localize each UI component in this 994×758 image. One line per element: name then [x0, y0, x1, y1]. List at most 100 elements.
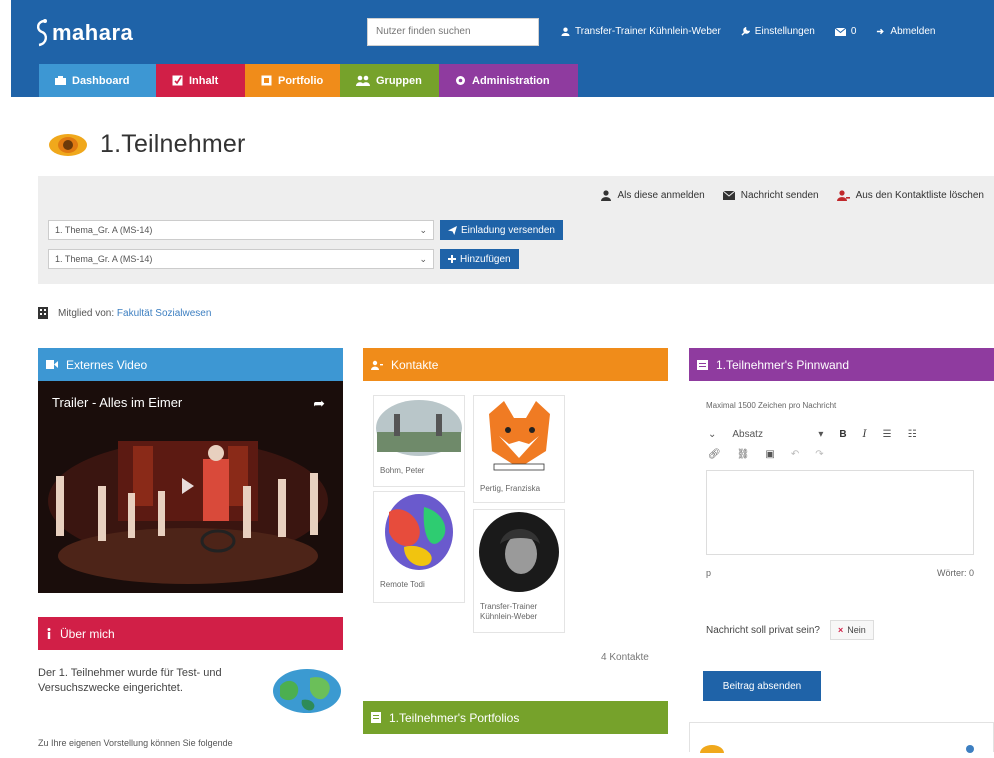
mahara-logo-icon	[37, 19, 47, 47]
page-title: 1.Teilnehmer	[48, 130, 246, 159]
unlink-icon[interactable]: ⛓︎	[737, 449, 750, 460]
wall-hint: Maximal 1500 Zeichen pro Nachricht	[706, 401, 837, 410]
send-invitation-button[interactable]: Einladung versenden	[440, 220, 563, 240]
mahara-logo[interactable]: mahara	[33, 18, 133, 48]
profile-action-bar: Als diese anmelden Nachricht senden Aus …	[38, 176, 994, 284]
private-question: Nachricht soll privat sein?	[706, 624, 820, 636]
video-player[interactable]: Trailer - Alles im Eimer ➦	[38, 381, 343, 593]
share-icon[interactable]: ➦	[313, 395, 325, 412]
submit-post-button[interactable]: Beitrag absenden	[703, 671, 821, 701]
format-select[interactable]: Absatz	[732, 429, 802, 440]
contacts-icon	[371, 360, 383, 370]
contact-avatar	[376, 400, 462, 456]
redo-icon[interactable]: ↷	[815, 449, 823, 460]
private-option: Nachricht soll privat sein? × Nein	[706, 620, 874, 640]
users-icon	[356, 75, 370, 86]
user-menu-profile[interactable]: Transfer-Trainer Kühnlein-Weber	[561, 26, 721, 37]
membership-info: Mitglied von: Fakultät Sozialwesen	[38, 307, 211, 319]
contact-card[interactable]: Pertig, Franziska	[473, 395, 565, 503]
link-icon[interactable]: 🔗︎	[708, 449, 721, 460]
folder-icon	[261, 75, 272, 86]
bullet-list-icon[interactable]: ☰	[883, 429, 892, 440]
block-title: Über mich	[60, 626, 115, 641]
editor-statusbar: p Wörter: 0	[706, 568, 974, 578]
contacts-count[interactable]: 4 Kontakte	[601, 652, 649, 663]
toggle-label: Nein	[847, 625, 866, 635]
document-icon	[371, 712, 381, 723]
contact-card[interactable]: Remote Todi	[373, 491, 465, 603]
user-menu-label: Transfer-Trainer Kühnlein-Weber	[575, 26, 721, 37]
undo-icon[interactable]: ↶	[791, 449, 799, 460]
italic-icon[interactable]: I	[863, 429, 867, 440]
contact-avatar	[479, 512, 559, 592]
gear-icon	[456, 76, 465, 85]
tab-label: Inhalt	[189, 74, 219, 87]
user-menu-settings[interactable]: Einstellungen	[741, 26, 815, 37]
private-toggle[interactable]: × Nein	[829, 620, 874, 640]
image-icon[interactable]: ▣	[765, 449, 774, 460]
avatar-eye-icon	[49, 133, 87, 156]
wall-icon	[697, 359, 708, 370]
user-icon	[561, 27, 570, 36]
tab-label: Portfolio	[278, 74, 324, 87]
contact-name: Remote Todi	[380, 580, 425, 589]
contact-card[interactable]: Transfer-Trainer Kühnlein-Weber	[473, 509, 565, 633]
user-icon	[601, 190, 612, 201]
dashboard-icon	[55, 76, 66, 85]
add-group-select[interactable]: 1. Thema_Gr. A (MS-14) ⌄	[48, 249, 434, 269]
block-title: 1.Teilnehmer's Pinnwand	[716, 357, 850, 372]
tab-content[interactable]: Inhalt	[156, 64, 245, 97]
tab-label: Administration	[472, 74, 550, 87]
contacts-grid: Bohm, Peter Pertig, Franziska Remote Tod…	[373, 395, 573, 635]
invite-row: 1. Thema_Gr. A (MS-14) ⌄ Einladung verse…	[48, 220, 563, 240]
button-label: Einladung versenden	[461, 224, 555, 236]
logo-text: mahara	[52, 20, 134, 45]
plus-icon	[448, 255, 456, 263]
action-label: Nachricht senden	[740, 190, 819, 201]
block-title: 1.Teilnehmer's Portfolios	[389, 710, 520, 725]
message-editor[interactable]	[706, 470, 974, 555]
toggle-toolbar-icon[interactable]: ⌄	[708, 429, 716, 440]
tab-portfolio[interactable]: Portfolio	[245, 64, 340, 97]
member-prefix: Mitglied von:	[58, 307, 115, 319]
contacts-block-header: Kontakte	[363, 348, 668, 381]
user-menu-inbox[interactable]: 0	[834, 26, 856, 37]
site-header: mahara Nutzer finden suchen Transfer-Tra…	[11, 0, 994, 97]
send-message-button[interactable]: Nachricht senden	[722, 190, 819, 201]
paper-plane-icon	[448, 225, 457, 235]
contact-avatar	[489, 401, 550, 471]
search-input[interactable]: Nutzer finden suchen	[367, 18, 539, 46]
about-image	[273, 669, 341, 713]
logout-icon	[877, 28, 885, 35]
contact-name: Bohm, Peter	[380, 466, 425, 475]
button-label: Hinzufügen	[460, 253, 511, 265]
add-to-group-button[interactable]: Hinzufügen	[440, 249, 519, 269]
profile-name: 1.Teilnehmer	[100, 130, 246, 158]
video-frame	[38, 381, 343, 593]
add-row: 1. Thema_Gr. A (MS-14) ⌄ Hinzufügen	[48, 249, 519, 269]
action-label: Aus den Kontaktliste löschen	[855, 190, 984, 201]
invite-group-select[interactable]: 1. Thema_Gr. A (MS-14) ⌄	[48, 220, 434, 240]
chevron-down-icon: ⌄	[419, 225, 427, 235]
institution-link[interactable]: Fakultät Sozialwesen	[117, 308, 212, 319]
contact-card[interactable]: Bohm, Peter	[373, 395, 465, 487]
info-icon	[47, 628, 51, 639]
tab-dashboard[interactable]: Dashboard	[39, 64, 156, 97]
chevron-down-icon: ▾	[818, 428, 824, 440]
wrench-icon	[741, 27, 750, 36]
remove-contact-button[interactable]: Aus den Kontaktliste löschen	[836, 190, 984, 201]
tab-groups[interactable]: Gruppen	[340, 64, 439, 97]
bold-icon[interactable]: B	[839, 429, 846, 440]
video-title: Trailer - Alles im Eimer	[52, 395, 183, 410]
building-icon	[38, 307, 48, 319]
video-icon	[46, 360, 58, 369]
contact-name: Pertig, Franziska	[480, 484, 541, 493]
video-block-header: Externes Video	[38, 348, 343, 381]
user-menu-logout[interactable]: Abmelden	[876, 26, 935, 37]
numbered-list-icon[interactable]: ☷	[908, 429, 917, 440]
user-menu-label: Abmelden	[890, 26, 936, 37]
tab-administration[interactable]: Administration	[439, 64, 578, 97]
login-as-button[interactable]: Als diese anmelden	[601, 190, 705, 201]
wall-block-header: 1.Teilnehmer's Pinnwand	[689, 348, 994, 381]
word-count: Wörter: 0	[936, 568, 974, 578]
